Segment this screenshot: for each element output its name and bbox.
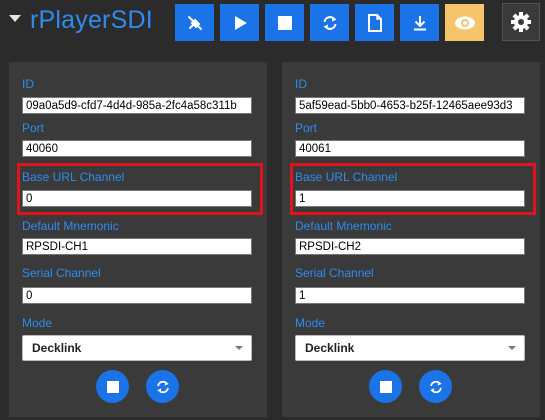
channel-refresh-button[interactable]	[419, 370, 452, 403]
app-title: rPlayerSDI	[30, 6, 153, 34]
default-mnemonic-field[interactable]	[295, 238, 525, 255]
stop-button[interactable]	[265, 4, 304, 41]
channel-panel-2: ID Port Base URL Channel Default Mnemoni…	[282, 62, 540, 417]
id-label: ID	[295, 77, 307, 91]
file-icon	[367, 13, 382, 32]
file-button[interactable]	[355, 4, 394, 41]
base-url-channel-label: Base URL Channel	[22, 170, 125, 184]
plug-button[interactable]	[175, 4, 214, 41]
default-mnemonic-field[interactable]	[22, 238, 252, 255]
base-url-channel-field[interactable]	[22, 190, 252, 207]
id-field[interactable]	[22, 97, 252, 114]
play-button[interactable]	[220, 4, 259, 41]
download-icon	[413, 15, 426, 30]
channel-stop-button[interactable]	[96, 370, 129, 403]
serial-channel-label: Serial Channel	[295, 266, 374, 280]
chevron-down-icon	[508, 346, 516, 350]
default-mnemonic-label: Default Mnemonic	[22, 219, 119, 233]
chevron-down-icon	[235, 346, 243, 350]
refresh-icon	[156, 380, 169, 393]
refresh-icon	[429, 380, 442, 393]
serial-channel-label: Serial Channel	[22, 266, 101, 280]
port-label: Port	[22, 121, 45, 135]
channel-refresh-button[interactable]	[146, 370, 179, 403]
stop-icon	[106, 380, 119, 393]
id-field[interactable]	[295, 97, 525, 114]
header: rPlayerSDI	[0, 0, 545, 50]
channel-stop-button[interactable]	[369, 370, 402, 403]
id-label: ID	[22, 77, 34, 91]
mode-select[interactable]: Decklink	[295, 335, 525, 361]
play-icon	[234, 15, 247, 30]
port-field[interactable]	[22, 140, 252, 157]
download-button[interactable]	[400, 4, 439, 41]
mode-label: Mode	[22, 316, 53, 330]
serial-channel-field[interactable]	[295, 287, 525, 304]
refresh-icon	[323, 15, 336, 30]
mode-select-value: Decklink	[32, 341, 82, 355]
visibility-button[interactable]	[445, 4, 484, 41]
collapse-caret-icon[interactable]	[9, 15, 21, 22]
mode-label: Mode	[295, 316, 326, 330]
refresh-button[interactable]	[310, 4, 349, 41]
mode-select-value: Decklink	[305, 341, 355, 355]
default-mnemonic-label: Default Mnemonic	[295, 219, 392, 233]
gear-icon	[511, 12, 531, 32]
port-field[interactable]	[295, 140, 525, 157]
stop-icon	[379, 380, 392, 393]
channel-panel-1: ID Port Base URL Channel Default Mnemoni…	[9, 62, 267, 417]
base-url-channel-field[interactable]	[295, 190, 525, 207]
serial-channel-field[interactable]	[22, 287, 252, 304]
eye-icon	[454, 16, 475, 29]
plug-icon	[187, 15, 202, 30]
settings-button[interactable]	[502, 3, 540, 41]
base-url-channel-label: Base URL Channel	[295, 170, 398, 184]
mode-select[interactable]: Decklink	[22, 335, 252, 361]
stop-icon	[277, 15, 292, 30]
port-label: Port	[295, 121, 318, 135]
